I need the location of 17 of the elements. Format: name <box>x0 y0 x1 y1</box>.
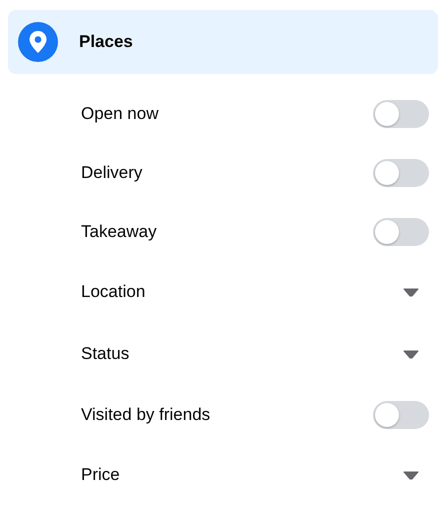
section-title: Places <box>79 32 133 52</box>
toggle-switch[interactable] <box>373 100 429 128</box>
filter-label: Takeaway <box>81 222 157 242</box>
filter-label: Status <box>81 344 130 364</box>
filter-label: Price <box>81 465 120 485</box>
places-header[interactable]: Places <box>8 10 438 74</box>
caret-icon[interactable] <box>403 350 419 358</box>
filter-label: Open now <box>81 104 158 124</box>
toggle-switch[interactable] <box>373 400 429 428</box>
location-pin-icon <box>18 22 58 62</box>
filter-label: Visited by friends <box>81 404 210 424</box>
toggle-switch[interactable] <box>373 158 429 186</box>
filter-label: Location <box>81 282 146 302</box>
caret-icon[interactable] <box>403 288 419 296</box>
toggle-switch[interactable] <box>373 218 429 246</box>
caret-icon[interactable] <box>403 470 419 480</box>
filter-label: Delivery <box>81 162 142 182</box>
